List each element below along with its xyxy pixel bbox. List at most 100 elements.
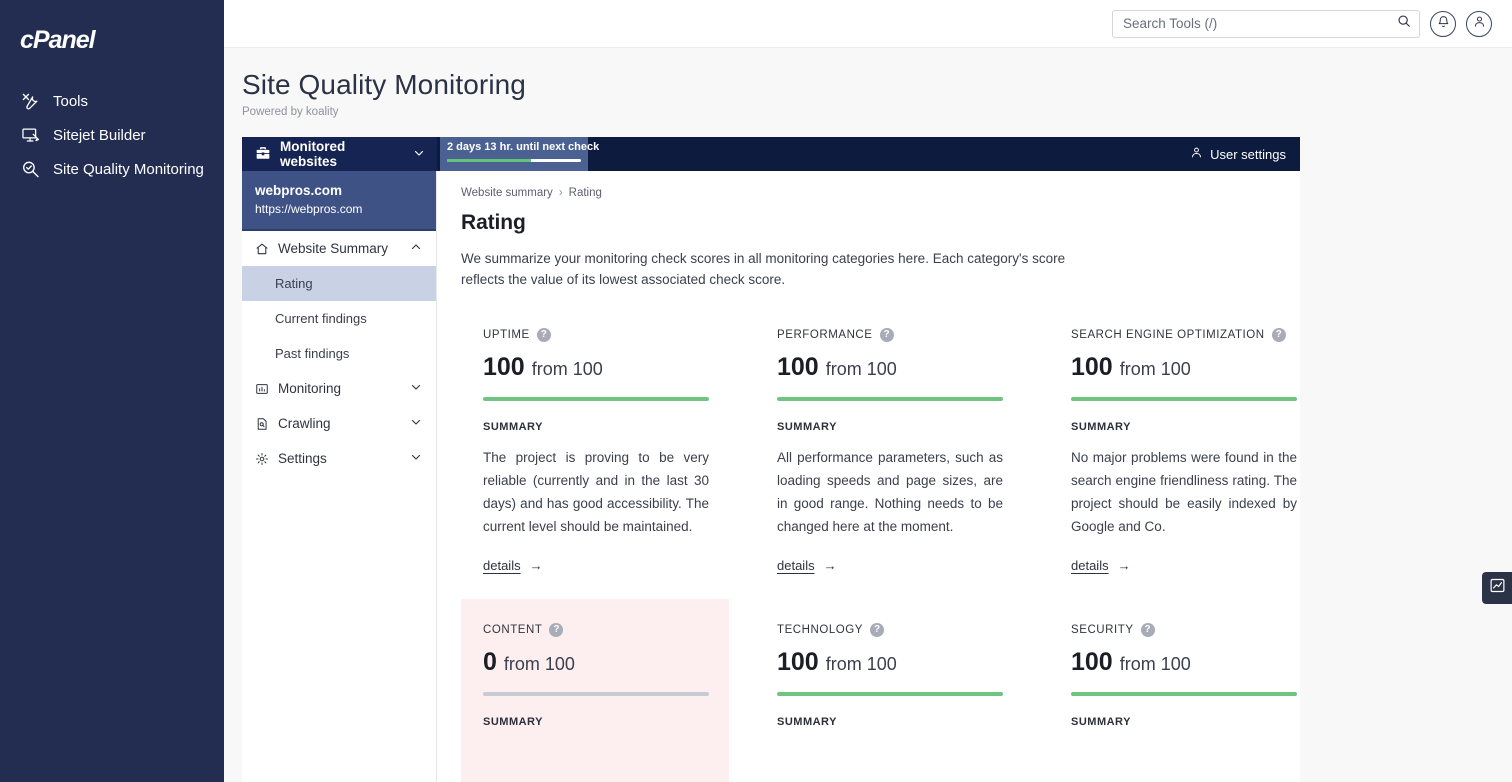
- card-details-link[interactable]: details →: [777, 558, 837, 573]
- card-score-value: 0: [483, 648, 497, 676]
- chevron-up-icon: [410, 241, 422, 256]
- card-score-suffix: from 100: [531, 359, 603, 379]
- card-label: SECURITY: [1071, 624, 1134, 636]
- card-details-link[interactable]: details →: [483, 558, 543, 573]
- monitored-websites-selector[interactable]: Monitored websites: [242, 137, 437, 171]
- document-search-icon: [255, 417, 269, 431]
- card-header: PERFORMANCE ?: [777, 328, 1003, 342]
- analytics-widget-button[interactable]: [1482, 572, 1512, 604]
- rating-card-security: SECURITY ? 100 from 100 SUMMARY: [1049, 623, 1300, 728]
- monitored-websites-label: Monitored websites: [280, 139, 346, 169]
- card-label: PERFORMANCE: [777, 329, 873, 341]
- chevron-down-icon: [410, 451, 422, 466]
- card-score-bar: [483, 397, 709, 401]
- app-root: cPanel Tools Sitejet Builder Site Qualit…: [0, 0, 1512, 782]
- sidebar-sub-label: Rating: [275, 276, 313, 291]
- search-box[interactable]: [1112, 9, 1420, 38]
- card-score-bar-fill: [1071, 397, 1297, 401]
- cpanel-sidebar: cPanel Tools Sitejet Builder Site Qualit…: [0, 0, 224, 782]
- card-details-label: details: [1071, 558, 1109, 573]
- card-header: CONTENT ?: [483, 623, 709, 637]
- user-settings-label: User settings: [1210, 146, 1286, 162]
- chart-icon: [255, 382, 269, 396]
- card-score-bar-fill: [1071, 692, 1297, 696]
- card-score-value: 100: [1071, 648, 1113, 676]
- card-label: CONTENT: [483, 624, 543, 636]
- toolbox-icon: [255, 145, 271, 164]
- sidebar-item-tools[interactable]: Tools: [0, 84, 224, 118]
- next-check-text: 2 days 13 hr. until next check: [447, 141, 600, 153]
- sidebar-sub-label: Current findings: [275, 311, 367, 326]
- breadcrumb: Website summary › Rating: [461, 187, 1278, 199]
- card-label: UPTIME: [483, 329, 530, 341]
- search-input[interactable]: [1123, 16, 1397, 31]
- rating-card-technology: TECHNOLOGY ? 100 from 100 SUMMARY: [755, 623, 1049, 728]
- sidebar-item-label: Sitejet Builder: [53, 126, 146, 144]
- card-label: TECHNOLOGY: [777, 624, 864, 636]
- card-header: TECHNOLOGY ?: [777, 623, 1003, 637]
- sidebar-group-settings[interactable]: Settings: [242, 441, 436, 476]
- breadcrumb-parent[interactable]: Website summary: [461, 187, 553, 199]
- sidebar-group-website-summary[interactable]: Website Summary: [242, 231, 436, 266]
- card-score-value: 100: [1071, 353, 1113, 381]
- monitor-pencil-icon: [20, 125, 40, 145]
- gear-icon: [255, 452, 269, 466]
- page-description: We summarize your monitoring check score…: [461, 251, 1066, 287]
- card-header: SECURITY ?: [1071, 623, 1297, 637]
- chevron-down-icon: [410, 416, 422, 431]
- sidebar-item-sitejet-builder[interactable]: Sitejet Builder: [0, 118, 224, 152]
- breadcrumb-separator: ›: [558, 187, 563, 199]
- card-summary-text: No major problems were found in the sear…: [1071, 450, 1297, 534]
- rating-card-uptime: UPTIME ? 100 from 100 SUMMARY The projec…: [461, 328, 755, 575]
- card-score: 100 from 100: [777, 353, 1003, 381]
- notifications-button[interactable]: [1430, 10, 1456, 37]
- card-summary-label: SUMMARY: [777, 421, 837, 433]
- card-details-label: details: [483, 558, 521, 573]
- cpanel-nav: Tools Sitejet Builder Site Quality Monit…: [0, 84, 224, 186]
- user-icon: [1190, 146, 1203, 162]
- user-settings-button[interactable]: User settings: [1190, 137, 1300, 171]
- next-check-progress: [447, 159, 581, 162]
- sidebar-item-rating[interactable]: Rating: [242, 266, 436, 301]
- card-score-bar: [483, 692, 709, 696]
- card-score-bar-fill: [483, 397, 709, 401]
- chevron-down-icon: [410, 381, 422, 396]
- card-score: 100 from 100: [1071, 648, 1297, 676]
- sidebar-item-site-quality-monitoring[interactable]: Site Quality Monitoring: [0, 152, 224, 186]
- active-site-card[interactable]: webpros.com https://webpros.com: [242, 171, 436, 231]
- top-chrome-bar: [224, 0, 1512, 48]
- sidebar-item-past-findings[interactable]: Past findings: [242, 336, 436, 371]
- help-icon[interactable]: ?: [879, 328, 894, 342]
- help-icon[interactable]: ?: [1140, 623, 1155, 637]
- rating-card-performance: PERFORMANCE ? 100 from 100 SUMMARY All p…: [755, 328, 1049, 575]
- card-summary-label: SUMMARY: [1071, 716, 1131, 728]
- help-icon[interactable]: ?: [549, 623, 564, 637]
- card-details-link[interactable]: details →: [1071, 558, 1131, 573]
- koality-body: webpros.com https://webpros.com Website …: [242, 171, 1300, 782]
- main-region: Site Quality Monitoring Powered by koali…: [224, 0, 1512, 782]
- card-score-suffix: from 100: [1119, 654, 1191, 674]
- card-score: 100 from 100: [483, 353, 709, 381]
- help-icon[interactable]: ?: [536, 328, 551, 342]
- card-summary-label: SUMMARY: [777, 716, 837, 728]
- sidebar-group-monitoring[interactable]: Monitoring: [242, 371, 436, 406]
- card-score-value: 100: [777, 648, 819, 676]
- rating-cards-row-2: CONTENT ? 0 from 100 SUMMARY TECHNOLOGY …: [461, 599, 1297, 782]
- card-header: UPTIME ?: [483, 328, 709, 342]
- cpanel-logo[interactable]: cPanel: [0, 18, 224, 62]
- home-icon: [255, 242, 269, 256]
- magnifier-check-icon: [20, 159, 40, 179]
- sidebar-group-crawling[interactable]: Crawling: [242, 406, 436, 441]
- card-summary-label: SUMMARY: [483, 421, 543, 433]
- koality-app: Monitored websites 2 days 13 hr. until n…: [242, 137, 1300, 782]
- account-button[interactable]: [1466, 10, 1492, 37]
- help-icon[interactable]: ?: [1271, 328, 1286, 342]
- koality-sidebar: webpros.com https://webpros.com Website …: [242, 171, 437, 782]
- sidebar-item-current-findings[interactable]: Current findings: [242, 301, 436, 336]
- card-summary-label: SUMMARY: [483, 716, 543, 728]
- help-icon[interactable]: ?: [870, 623, 885, 637]
- sidebar-sub-label: Past findings: [275, 346, 350, 361]
- breadcrumb-current: Rating: [568, 187, 602, 199]
- card-summary-label: SUMMARY: [1071, 421, 1131, 433]
- search-icon[interactable]: [1397, 14, 1411, 33]
